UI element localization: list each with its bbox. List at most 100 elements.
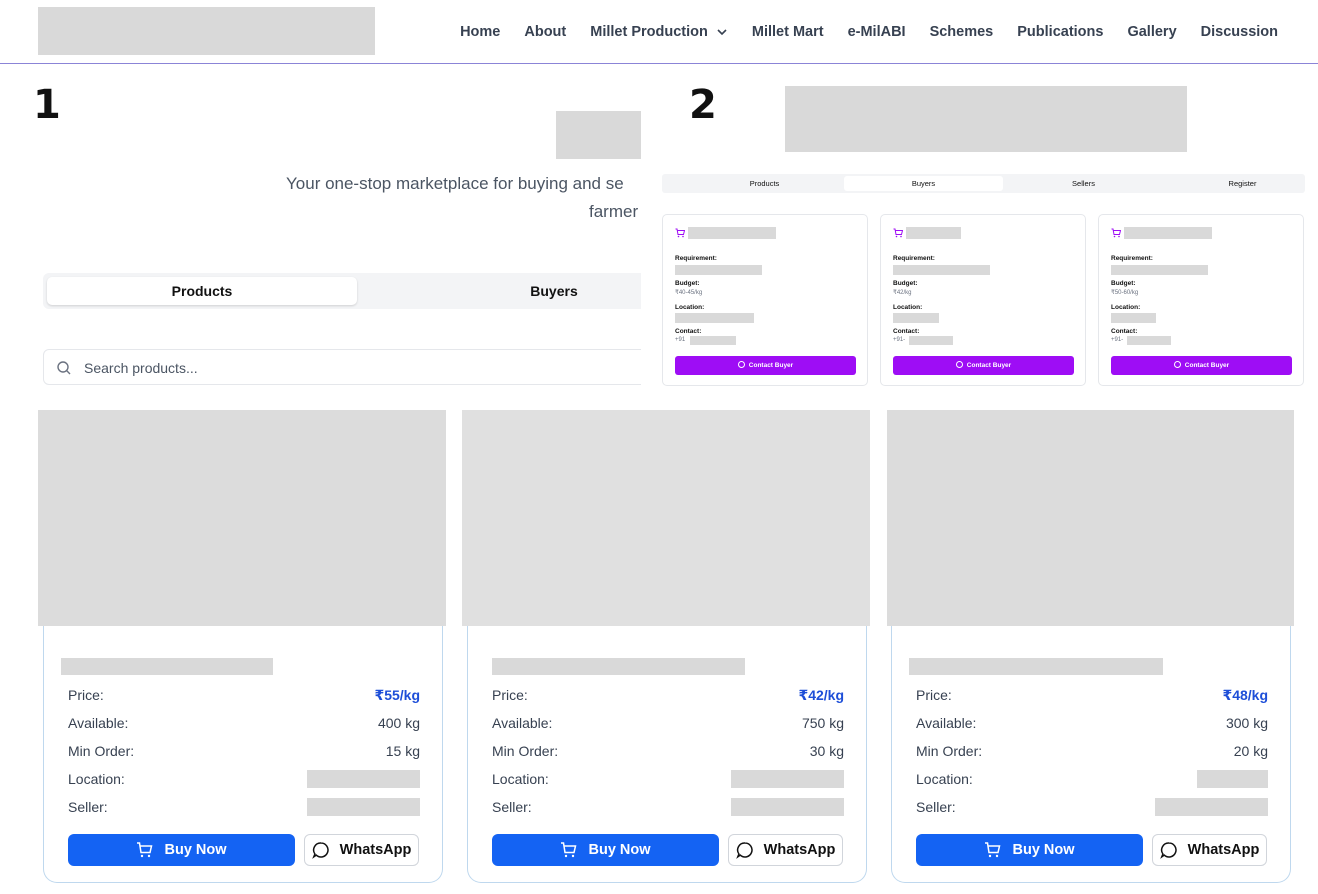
budget-label: Budget: [675, 280, 700, 287]
cart-icon [675, 228, 685, 238]
buyer-name-redacted [906, 227, 961, 239]
tab-products[interactable]: Products [685, 176, 844, 191]
product-image-redacted[interactable] [887, 410, 1294, 626]
product-card-body: Price: ₹48/kg Available: 300 kg Min Order:… [891, 626, 1291, 883]
seller-redacted [731, 798, 844, 816]
cart-icon [985, 842, 1001, 858]
buy-now-button[interactable]: Buy Now [916, 834, 1143, 866]
product-name-redacted [909, 658, 1163, 675]
tab-register[interactable]: Register [1163, 176, 1318, 191]
button-label: Contact Buyer [966, 362, 1012, 369]
nav-menu: Home About Millet Production Millet Mart… [436, 0, 1278, 64]
contact-buyer-button[interactable]: Contact Buyer [1111, 356, 1292, 375]
chat-icon [737, 361, 745, 368]
nav-item-about[interactable]: About [524, 24, 566, 40]
nav-item-millet-production[interactable]: Millet Production [590, 24, 728, 40]
nav-item-emilabi[interactable]: e-MilABI [848, 24, 906, 40]
button-label: WhatsApp [763, 842, 836, 858]
button-label: Contact Buyer [1184, 362, 1230, 369]
contact-buyer-button[interactable]: Contact Buyer [893, 356, 1074, 375]
nav-item-discussion[interactable]: Discussion [1201, 24, 1278, 40]
available-value: 400 kg [377, 715, 420, 731]
site-logo-redacted[interactable] [38, 7, 375, 55]
nav-label: Gallery [1127, 24, 1177, 40]
nav-label: Publications [1017, 24, 1104, 40]
price-label: Price: [916, 687, 952, 703]
search-bar[interactable]: Search products... [43, 349, 663, 385]
min-order-row: Min Order: 30 kg [492, 743, 844, 763]
price-value: ₹48/kg [1222, 687, 1268, 703]
contact-buyer-button[interactable]: Contact Buyer [675, 356, 856, 375]
whatsapp-button[interactable]: WhatsApp [304, 834, 419, 866]
hero-title-redacted [556, 111, 646, 159]
seller-label: Seller: [916, 799, 956, 815]
requirement-label: Requirement: [1111, 255, 1153, 262]
tab-sellers[interactable]: Sellers [1004, 176, 1163, 191]
min-order-label: Min Order: [68, 743, 135, 759]
hero-tagline-continued: farmer [589, 202, 639, 221]
buyer-card: Requirement: Budget: ₹42/kg Location: Co… [880, 214, 1086, 386]
product-image-redacted[interactable] [38, 410, 446, 626]
seller-redacted [307, 798, 420, 816]
buyer-name-redacted [688, 227, 776, 239]
min-order-value: 30 kg [809, 743, 844, 759]
buyer-name-redacted [1124, 227, 1212, 239]
top-navbar: Home About Millet Production Millet Mart… [0, 0, 1318, 64]
product-card-body: Price: ₹42/kg Available: 750 kg Min Order:… [467, 626, 867, 883]
button-label: Contact Buyer [748, 362, 794, 369]
contact-prefix: +91- [893, 337, 906, 343]
seller-redacted [1155, 798, 1268, 816]
nav-label: Millet Mart [751, 24, 824, 40]
nav-item-publications[interactable]: Publications [1017, 24, 1103, 40]
contact-label: Contact: [893, 328, 920, 335]
nav-label: Schemes [929, 24, 994, 40]
button-label: Buy Now [1012, 842, 1075, 858]
panel-number-2: 2 [689, 82, 717, 128]
product-image-redacted[interactable] [462, 410, 870, 626]
location-row: Location: [68, 770, 420, 791]
nav-label: e-MilABI [847, 24, 906, 40]
price-row: Price: ₹42/kg [492, 687, 844, 707]
seller-label: Seller: [492, 799, 532, 815]
contact-prefix: +91 [675, 337, 686, 343]
panel-number-1: 1 [33, 82, 61, 128]
min-order-label: Min Order: [916, 743, 983, 759]
nav-item-gallery[interactable]: Gallery [1127, 24, 1176, 40]
nav-item-home[interactable]: Home [460, 24, 500, 40]
button-label: Buy Now [588, 842, 651, 858]
price-value: ₹55/kg [374, 687, 420, 703]
available-row: Available: 750 kg [492, 715, 844, 735]
nav-item-schemes[interactable]: Schemes [930, 24, 994, 40]
requirement-redacted [675, 265, 762, 275]
nav-label: Home [460, 24, 501, 40]
budget-label: Budget: [1111, 280, 1136, 287]
chat-icon [1173, 361, 1181, 368]
whatsapp-button[interactable]: WhatsApp [728, 834, 843, 866]
budget-value: ₹42/kg [893, 290, 912, 296]
location-label: Location: [916, 771, 973, 787]
price-value: ₹42/kg [798, 687, 844, 703]
panel2-title-redacted [785, 86, 1187, 152]
panel2-tabs: Products Buyers Sellers Register [662, 174, 1305, 193]
seller-row: Seller: [68, 798, 420, 819]
location-row: Location: [916, 770, 1268, 791]
min-order-row: Min Order: 15 kg [68, 743, 420, 763]
buy-now-button[interactable]: Buy Now [68, 834, 295, 866]
available-label: Available: [916, 715, 977, 731]
whatsapp-button[interactable]: WhatsApp [1152, 834, 1267, 866]
buy-now-button[interactable]: Buy Now [492, 834, 719, 866]
seller-row: Seller: [916, 798, 1268, 819]
tab-buyers[interactable]: Buyers [844, 176, 1003, 191]
price-label: Price: [68, 687, 104, 703]
location-label: Location: [68, 771, 125, 787]
search-input[interactable]: Search products... [84, 360, 198, 376]
chat-icon [1159, 842, 1177, 859]
nav-label: Millet Production [590, 24, 708, 40]
buyers-panel-screenshot: 2 Products Buyers Sellers Register Requi… [641, 70, 1318, 400]
contact-prefix: +91- [1111, 337, 1124, 343]
seller-row: Seller: [492, 798, 844, 819]
nav-item-millet-mart[interactable]: Millet Mart [752, 24, 824, 40]
tab-products[interactable]: Products [47, 277, 357, 305]
cart-icon [561, 842, 577, 858]
requirement-redacted [1111, 265, 1208, 275]
